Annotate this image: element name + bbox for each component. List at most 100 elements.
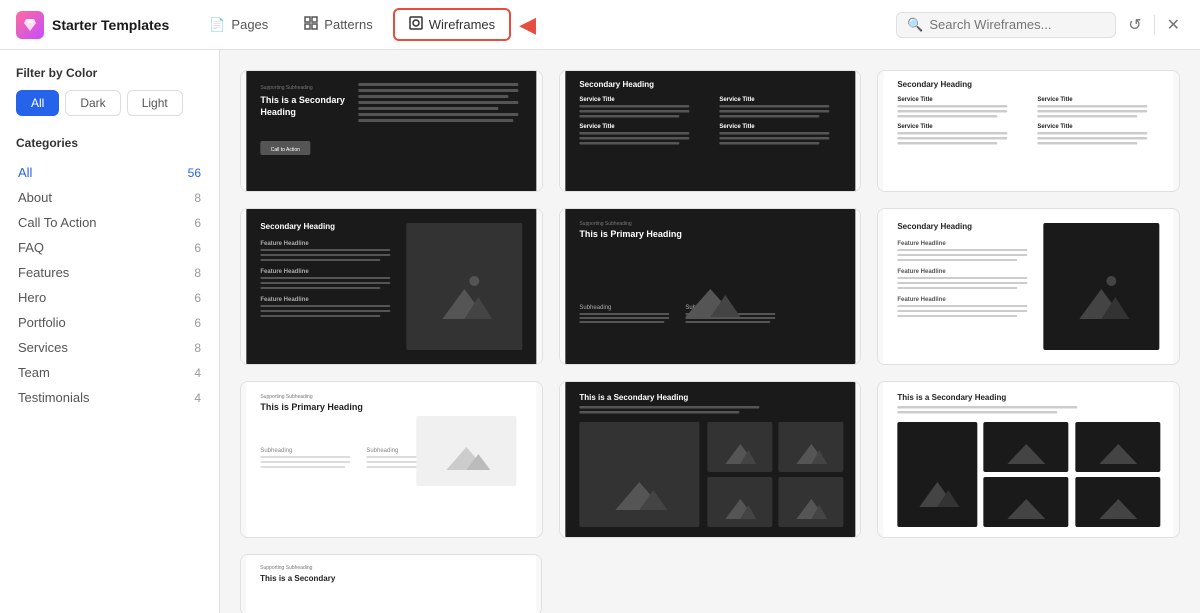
cat-features-label: Features <box>18 265 69 280</box>
cat-portfolio-count: 6 <box>194 316 201 330</box>
card-preview-6: Secondary Heading Feature Headline Featu… <box>878 209 1179 364</box>
search-area[interactable]: 🔍 <box>896 12 1116 38</box>
template-card-4[interactable]: Secondary Heading Feature Headline Featu… <box>240 208 543 365</box>
svg-text:Feature Headline: Feature Headline <box>260 241 309 247</box>
svg-text:Service Title: Service Title <box>1038 97 1074 103</box>
svg-text:Supporting Subheading: Supporting Subheading <box>260 565 312 571</box>
svg-text:Service Title: Service Title <box>719 97 755 103</box>
cat-hero-count: 6 <box>194 291 201 305</box>
tab-wireframes[interactable]: Wireframes <box>393 8 511 41</box>
cat-cta-label: Call To Action <box>18 215 97 230</box>
template-card-1[interactable]: Supporting Subheading This is a Secondar… <box>240 70 543 192</box>
templates-grid: Supporting Subheading This is a Secondar… <box>240 70 1180 538</box>
svg-text:Service Title: Service Title <box>1038 124 1074 130</box>
tab-pages[interactable]: 📄 Pages <box>193 9 284 41</box>
categories-section: Categories All 56 About 8 Call To Action… <box>16 136 203 410</box>
close-button[interactable]: ✕ <box>1163 11 1184 39</box>
svg-text:Feature Headline: Feature Headline <box>260 269 309 275</box>
arrow-indicator: ◀ <box>519 12 536 38</box>
cat-team-label: Team <box>18 365 50 380</box>
svg-text:Call to Action: Call to Action <box>271 147 300 153</box>
pages-icon: 📄 <box>209 17 225 33</box>
header-divider <box>1154 15 1155 35</box>
svg-text:Secondary Heading: Secondary Heading <box>898 80 973 89</box>
cat-all-count: 56 <box>188 166 201 180</box>
patterns-icon <box>304 16 318 33</box>
cat-services-label: Services <box>18 340 68 355</box>
category-all[interactable]: All 56 <box>16 160 203 185</box>
filter-section: Filter by Color All Dark Light <box>16 66 203 116</box>
template-card-6[interactable]: Secondary Heading Feature Headline Featu… <box>877 208 1180 365</box>
template-card-partial[interactable]: Supporting Subheading This is a Secondar… <box>240 554 1180 613</box>
cat-testimonials-count: 4 <box>194 391 201 405</box>
filter-dark-button[interactable]: Dark <box>65 90 120 116</box>
search-icon: 🔍 <box>907 17 923 33</box>
cat-team-count: 4 <box>194 366 201 380</box>
svg-text:Service Title: Service Title <box>579 97 615 103</box>
svg-text:Supporting Subheading: Supporting Subheading <box>260 85 312 91</box>
template-card-7[interactable]: Supporting Subheading This is Primary He… <box>240 381 543 538</box>
category-faq[interactable]: FAQ 6 <box>16 235 203 260</box>
template-card-5[interactable]: Supporting Subheading This is Primary He… <box>559 208 862 365</box>
category-services[interactable]: Services 8 <box>16 335 203 360</box>
card-preview-4: Secondary Heading Feature Headline Featu… <box>241 209 542 364</box>
templates-grid-area: Supporting Subheading This is a Secondar… <box>220 50 1200 613</box>
refresh-button[interactable]: ↺ <box>1124 11 1145 39</box>
filter-light-button[interactable]: Light <box>127 90 183 116</box>
cat-cta-count: 6 <box>194 216 201 230</box>
svg-text:Subheading: Subheading <box>579 305 611 311</box>
category-testimonials[interactable]: Testimonials 4 <box>16 385 203 410</box>
svg-text:Feature Headline: Feature Headline <box>898 269 947 275</box>
app-logo-icon <box>16 11 44 39</box>
svg-text:This is a Secondary: This is a Secondary <box>260 95 345 105</box>
tab-patterns[interactable]: Patterns <box>288 8 388 41</box>
svg-text:This is a Secondary: This is a Secondary <box>260 574 336 583</box>
cat-services-count: 8 <box>194 341 201 355</box>
template-card-10[interactable]: Supporting Subheading This is a Secondar… <box>240 554 542 613</box>
svg-text:This is Primary Heading: This is Primary Heading <box>579 229 682 239</box>
category-portfolio[interactable]: Portfolio 6 <box>16 310 203 335</box>
wireframes-icon <box>409 16 423 33</box>
cat-faq-count: 6 <box>194 241 201 255</box>
template-card-8[interactable]: This is a Secondary Heading <box>559 381 862 538</box>
filter-label: Filter by Color <box>16 66 203 80</box>
app-header: Starter Templates 📄 Pages Patterns Wiref… <box>0 0 1200 50</box>
card-preview-1: Supporting Subheading This is a Secondar… <box>241 71 542 191</box>
template-card-2[interactable]: Secondary Heading Service Title Service … <box>559 70 862 192</box>
svg-text:Feature Headline: Feature Headline <box>898 241 947 247</box>
svg-text:This is Primary Heading: This is Primary Heading <box>260 402 363 412</box>
svg-text:Subheading: Subheading <box>260 448 292 454</box>
main-nav: 📄 Pages Patterns Wireframes ◀ <box>193 8 896 41</box>
card-preview-3: Secondary Heading Service Title Service … <box>878 71 1179 191</box>
category-about[interactable]: About 8 <box>16 185 203 210</box>
category-call-to-action[interactable]: Call To Action 6 <box>16 210 203 235</box>
category-hero[interactable]: Hero 6 <box>16 285 203 310</box>
card-preview-5: Supporting Subheading This is Primary He… <box>560 209 861 364</box>
search-input[interactable] <box>929 17 1105 32</box>
tab-wireframes-label: Wireframes <box>429 17 495 32</box>
card-preview-9: This is a Secondary Heading <box>878 382 1179 537</box>
svg-text:Feature Headline: Feature Headline <box>898 297 947 303</box>
svg-text:Secondary Heading: Secondary Heading <box>579 80 654 89</box>
template-card-9[interactable]: This is a Secondary Heading <box>877 381 1180 538</box>
svg-text:Heading: Heading <box>260 107 296 117</box>
card-preview-2: Secondary Heading Service Title Service … <box>560 71 861 191</box>
cat-all-label: All <box>18 165 32 180</box>
svg-text:This is a Secondary Heading: This is a Secondary Heading <box>898 393 1007 402</box>
svg-text:Feature Headline: Feature Headline <box>260 297 309 303</box>
cat-faq-label: FAQ <box>18 240 44 255</box>
svg-text:Service Title: Service Title <box>898 124 934 130</box>
card-preview-10: Supporting Subheading This is a Secondar… <box>241 555 541 613</box>
card-preview-7: Supporting Subheading This is Primary He… <box>241 382 542 537</box>
svg-text:Secondary Heading: Secondary Heading <box>898 222 973 231</box>
cat-about-count: 8 <box>194 191 201 205</box>
app-title: Starter Templates <box>52 17 169 33</box>
sidebar: Filter by Color All Dark Light Categorie… <box>0 50 220 613</box>
template-card-3[interactable]: Secondary Heading Service Title Service … <box>877 70 1180 192</box>
cat-about-label: About <box>18 190 52 205</box>
tab-patterns-label: Patterns <box>324 17 372 32</box>
category-team[interactable]: Team 4 <box>16 360 203 385</box>
category-features[interactable]: Features 8 <box>16 260 203 285</box>
filter-all-button[interactable]: All <box>16 90 59 116</box>
cat-hero-label: Hero <box>18 290 46 305</box>
